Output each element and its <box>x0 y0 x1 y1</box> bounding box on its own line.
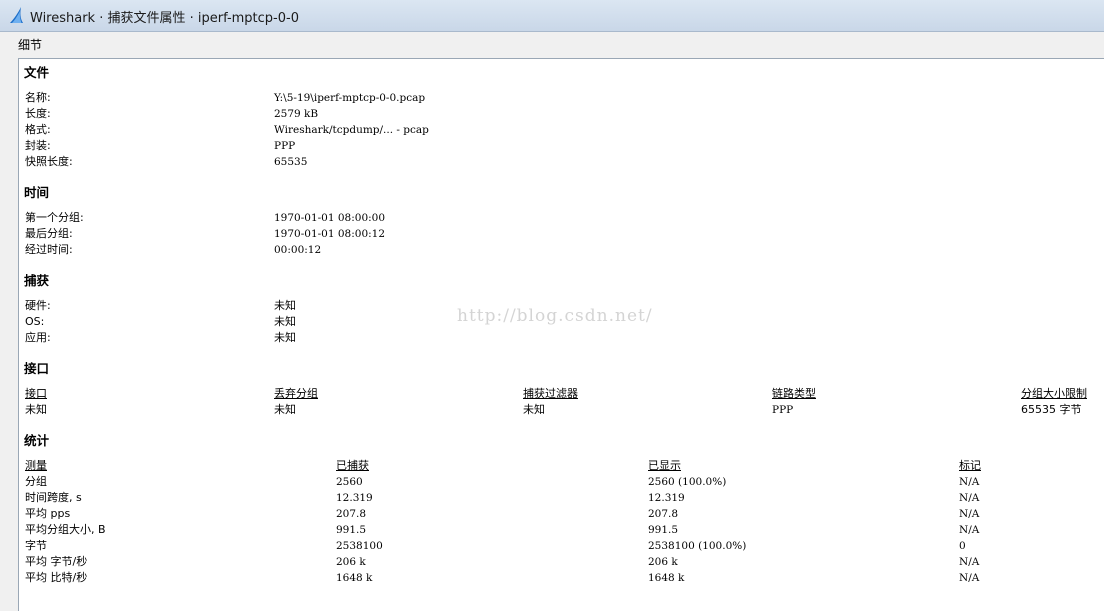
stats-header-displayed: 已显示 <box>648 459 681 472</box>
file-name-label: 名称: <box>25 91 51 104</box>
capture-application-label: 应用: <box>25 331 51 344</box>
stats-row-avg-size-marked: N/A <box>959 524 980 536</box>
file-format-label: 格式: <box>25 123 51 136</box>
file-snaplen-label: 快照长度: <box>25 155 73 168</box>
time-first-packet-label: 第一个分组: <box>25 211 84 224</box>
stats-row-avg-bytes-marked: N/A <box>959 556 980 568</box>
stats-row-packets-captured: 2560 <box>336 476 363 488</box>
stats-header-measurement: 测量 <box>25 459 47 472</box>
stats-row-bytes-marked: 0 <box>959 540 966 552</box>
stats-row-packets-marked: N/A <box>959 476 980 488</box>
file-encapsulation-value: PPP <box>274 140 296 152</box>
stats-row-avg-size-label: 平均分组大小, B <box>25 523 106 536</box>
file-length-value: 2579 kB <box>274 108 319 120</box>
interfaces-header-dropped: 丢弃分组 <box>274 387 318 400</box>
stats-row-bytes-captured: 2538100 <box>336 540 383 552</box>
stats-row-avg-size-displayed: 991.5 <box>648 524 679 536</box>
window-title: Wireshark · 捕获文件属性 · iperf-mptcp-0-0 <box>30 11 299 26</box>
stats-row-timespan-displayed: 12.319 <box>648 492 685 504</box>
stats-row-avg-size-captured: 991.5 <box>336 524 367 536</box>
interfaces-cell-snaplen: 65535 字节 <box>1021 403 1082 416</box>
interfaces-header-filter: 捕获过滤器 <box>523 387 578 400</box>
file-snaplen-value: 65535 <box>274 156 308 168</box>
interfaces-cell-filter: 未知 <box>523 403 545 416</box>
interfaces-header-link-type: 链路类型 <box>772 387 816 400</box>
section-title-interfaces: 接口 <box>24 361 50 376</box>
details-panel[interactable]: 文件 名称: Y:\5-19\iperf-mptcp-0-0.pcap 长度: … <box>18 58 1104 611</box>
time-last-packet-label: 最后分组: <box>25 227 73 240</box>
title-bar[interactable]: Wireshark · 捕获文件属性 · iperf-mptcp-0-0 <box>0 0 1104 32</box>
stats-row-avg-bytes-label: 平均 字节/秒 <box>25 555 88 568</box>
section-title-statistics: 统计 <box>24 433 50 448</box>
stats-row-avg-pps-marked: N/A <box>959 508 980 520</box>
stats-row-packets-label: 分组 <box>25 475 47 488</box>
stats-row-timespan-marked: N/A <box>959 492 980 504</box>
stats-header-marked: 标记 <box>959 459 981 472</box>
stats-row-avg-pps-captured: 207.8 <box>336 508 367 520</box>
file-name-value: Y:\5-19\iperf-mptcp-0-0.pcap <box>274 92 426 104</box>
time-elapsed-value: 00:00:12 <box>274 244 322 256</box>
time-first-packet-value: 1970-01-01 08:00:00 <box>274 212 386 224</box>
details-label: 细节 <box>18 38 43 52</box>
section-title-file: 文件 <box>24 65 50 80</box>
time-last-packet-value: 1970-01-01 08:00:12 <box>274 228 386 240</box>
interfaces-cell-dropped: 未知 <box>274 403 296 416</box>
stats-row-bytes-displayed: 2538100 (100.0%) <box>648 540 747 552</box>
stats-row-avg-bits-marked: N/A <box>959 572 980 584</box>
stats-row-timespan-captured: 12.319 <box>336 492 373 504</box>
section-title-time: 时间 <box>24 185 50 200</box>
time-elapsed-label: 经过时间: <box>25 243 73 256</box>
file-format-value: Wireshark/tcpdump/... - pcap <box>274 124 429 136</box>
stats-row-bytes-label: 字节 <box>25 539 47 552</box>
interfaces-header-snaplen: 分组大小限制 <box>1021 387 1087 400</box>
capture-application-value: 未知 <box>274 331 296 344</box>
stats-row-avg-pps-displayed: 207.8 <box>648 508 679 520</box>
stats-row-avg-bytes-displayed: 206 k <box>648 556 678 568</box>
stats-header-captured: 已捕获 <box>336 459 369 472</box>
stats-row-avg-bits-captured: 1648 k <box>336 572 373 584</box>
interfaces-header-interface: 接口 <box>25 387 47 400</box>
stats-row-avg-bits-displayed: 1648 k <box>648 572 685 584</box>
capture-os-label: OS: <box>25 315 45 328</box>
stats-row-timespan-label: 时间跨度, s <box>25 491 82 504</box>
stats-row-packets-displayed: 2560 (100.0%) <box>648 476 727 488</box>
capture-file-properties-window: Wireshark · 捕获文件属性 · iperf-mptcp-0-0 细节 … <box>0 0 1104 611</box>
wireshark-fin-icon <box>10 7 23 23</box>
watermark-text: http://blog.csdn.net/ <box>457 306 653 326</box>
file-encapsulation-label: 封装: <box>25 139 51 152</box>
interfaces-cell-link-type: PPP <box>772 404 794 416</box>
stats-row-avg-bytes-captured: 206 k <box>336 556 366 568</box>
capture-hardware-label: 硬件: <box>25 299 51 312</box>
stats-row-avg-bits-label: 平均 比特/秒 <box>25 571 88 584</box>
capture-os-value: 未知 <box>274 315 296 328</box>
capture-hardware-value: 未知 <box>274 299 296 312</box>
interfaces-cell-interface: 未知 <box>25 403 47 416</box>
stats-row-avg-pps-label: 平均 pps <box>25 507 71 520</box>
section-title-capture: 捕获 <box>24 273 50 288</box>
file-length-label: 长度: <box>25 107 51 120</box>
